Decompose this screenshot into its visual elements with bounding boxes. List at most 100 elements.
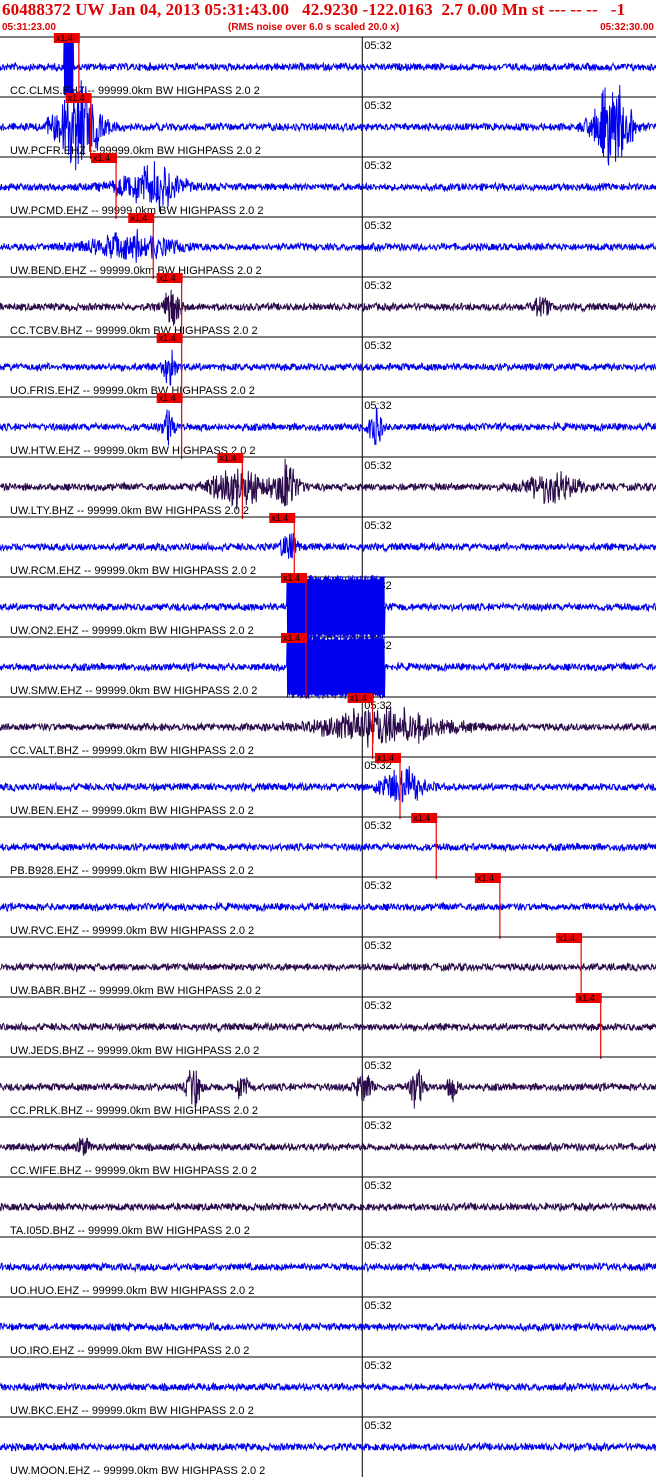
waveform-series bbox=[0, 1021, 656, 1033]
trace-row: 05:32 CC.CLMS.EHZ -- 99999.0km BW HIGHPAS… bbox=[0, 33, 656, 99]
minute-tick-label: 05:32 bbox=[364, 220, 392, 232]
station-label: UW.BEN.EHZ -- 99999.0km BW HIGHPASS 2.0 … bbox=[10, 805, 254, 817]
minute-tick-label: 05:32 bbox=[364, 1180, 392, 1192]
pick-label: x1.4 bbox=[159, 393, 176, 403]
trace-row: 05:32 UW.JEDS.BHZ -- 99999.0km BW HIGHPAS… bbox=[0, 993, 656, 1059]
pick-label: x1.4 bbox=[93, 153, 110, 163]
waveform-series bbox=[0, 1069, 656, 1109]
waveform-series bbox=[0, 1137, 656, 1156]
station-label: CC.TCBV.BHZ -- 99999.0km BW HIGHPASS 2.0… bbox=[10, 325, 258, 337]
pick-label: x1.4 bbox=[283, 633, 300, 643]
waveform-series bbox=[0, 1261, 656, 1273]
station-label: CC.WIFE.BHZ -- 99999.0km BW HIGHPASS 2.0… bbox=[10, 1165, 257, 1177]
pick-label: x1.4 bbox=[68, 93, 85, 103]
pick-label: x1.4 bbox=[159, 333, 176, 343]
minute-tick-label: 05:32 bbox=[364, 1420, 392, 1432]
station-label: UO.FRIS.EHZ -- 99999.0km BW HIGHPASS 2.0… bbox=[10, 385, 255, 397]
pick-label: x1.4 bbox=[477, 873, 494, 883]
trace-row: 05:32 UW.MOON.EHZ -- 99999.0km BW HIGHPAS… bbox=[0, 1416, 656, 1477]
waveform-series bbox=[0, 289, 656, 326]
waveform-series bbox=[0, 228, 656, 263]
station-label: UW.RVC.EHZ -- 99999.0km BW HIGHPASS 2.0 … bbox=[10, 925, 254, 937]
trace-row: 05:32 CC.TCBV.BHZ -- 99999.0km BW HIGHPAS… bbox=[0, 273, 656, 339]
trace-row: 05:32 UW.RCM.EHZ -- 99999.0km BW HIGHPASS… bbox=[0, 513, 656, 579]
pick-label: x1.4 bbox=[283, 573, 300, 583]
station-label: CC.VALT.BHZ -- 99999.0km BW HIGHPASS 2.0… bbox=[10, 745, 254, 757]
trace-row: 05:32 TA.I05D.BHZ -- 99999.0km BW HIGHPAS… bbox=[0, 1176, 656, 1237]
waveform-series bbox=[0, 532, 656, 559]
station-label: CC.CLMS.EHZ -- 99999.0km BW HIGHPASS 2.0… bbox=[10, 85, 260, 97]
pick-label: x1.4 bbox=[219, 453, 236, 463]
pick-label: x1.4 bbox=[377, 753, 394, 763]
station-label: TA.I05D.BHZ -- 99999.0km BW HIGHPASS 2.0… bbox=[10, 1225, 250, 1237]
minute-tick-label: 05:32 bbox=[364, 880, 392, 892]
pick-label: x1.4 bbox=[56, 33, 73, 43]
seismogram-plot: 05:32 CC.CLMS.EHZ -- 99999.0km BW HIGHPAS… bbox=[0, 33, 656, 1477]
trace-row: 05:32 UO.IRO.EHZ -- 99999.0km BW HIGHPASS… bbox=[0, 1296, 656, 1357]
minute-tick-label: 05:32 bbox=[364, 160, 392, 172]
trace-row: 05:32 UW.RVC.EHZ -- 99999.0km BW HIGHPASS… bbox=[0, 873, 656, 939]
minute-tick-label: 05:32 bbox=[364, 460, 392, 472]
minute-tick-label: 05:32 bbox=[364, 280, 392, 292]
minute-tick-label: 05:32 bbox=[364, 1060, 392, 1072]
waveform-series bbox=[0, 349, 656, 387]
station-label: UW.JEDS.BHZ -- 99999.0km BW HIGHPASS 2.0… bbox=[10, 1045, 259, 1057]
station-label: UW.BKC.EHZ -- 99999.0km BW HIGHPASS 2.0 … bbox=[10, 1405, 254, 1417]
waveform-series bbox=[0, 1441, 656, 1453]
waveform-series bbox=[0, 1201, 656, 1213]
trace-row: 05:32UW.BEN.EHZ -- 99999.0km BW HIGHPASS… bbox=[0, 753, 656, 819]
station-label: UO.IRO.EHZ -- 99999.0km BW HIGHPASS 2.0 … bbox=[10, 1345, 249, 1357]
station-label: UW.MOON.EHZ -- 99999.0km BW HIGHPASS 2.0… bbox=[10, 1465, 265, 1477]
waveform-series bbox=[0, 706, 656, 748]
trace-row: 05:32UW.SMW.EHZ -- 99999.0km BW HIGHPASS… bbox=[0, 633, 656, 700]
station-label: UW.BEND.EHZ -- 99999.0km BW HIGHPASS 2.0… bbox=[10, 265, 262, 277]
station-label: CC.PRLK.BHZ -- 99999.0km BW HIGHPASS 2.0… bbox=[10, 1105, 258, 1117]
minute-tick-label: 05:32 bbox=[364, 1300, 392, 1312]
trace-row: 05:32 UO.HUO.EHZ -- 99999.0km BW HIGHPASS… bbox=[0, 1236, 656, 1297]
waveform-series bbox=[0, 1381, 656, 1393]
waveform-series bbox=[0, 961, 656, 973]
pick-label: x1.4 bbox=[159, 273, 176, 283]
minute-tick-label: 05:32 bbox=[364, 1240, 392, 1252]
minute-tick-label: 05:32 bbox=[364, 1000, 392, 1012]
station-label: UO.HUO.EHZ -- 99999.0km BW HIGHPASS 2.0 … bbox=[10, 1285, 254, 1297]
station-label: UW.RCM.EHZ -- 99999.0km BW HIGHPASS 2.0 … bbox=[10, 565, 256, 577]
minute-tick-label: 05:32 bbox=[364, 940, 392, 952]
trace-row: 05:32 CC.WIFE.BHZ -- 99999.0km BW HIGHPAS… bbox=[0, 1116, 656, 1177]
pick-label: x1.4 bbox=[558, 933, 575, 943]
waveform-series bbox=[0, 765, 656, 803]
trace-row: 05:32CC.VALT.BHZ -- 99999.0km BW HIGHPAS… bbox=[0, 693, 656, 759]
station-label: UW.SMW.EHZ -- 99999.0km BW HIGHPASS 2.0 … bbox=[10, 685, 257, 697]
trace-row: 05:32UW.PCMD.EHZ -- 99999.0km BW HIGHPAS… bbox=[0, 153, 656, 219]
minute-tick-label: 05:32 bbox=[364, 340, 392, 352]
pick-label: x1.4 bbox=[350, 693, 367, 703]
trace-row: 05:32 UW.BEND.EHZ -- 99999.0km BW HIGHPAS… bbox=[0, 213, 656, 279]
waveform-series bbox=[0, 901, 656, 913]
trace-row: 05:32 UO.FRIS.EHZ -- 99999.0km BW HIGHPAS… bbox=[0, 333, 656, 399]
pick-label: x1.4 bbox=[413, 813, 430, 823]
waveform-series bbox=[0, 407, 656, 446]
trace-row: 05:32 UW.BABR.BHZ -- 99999.0km BW HIGHPAS… bbox=[0, 933, 656, 999]
minute-tick-label: 05:32 bbox=[364, 100, 392, 112]
trace-row: 05:32 UW.LTY.BHZ -- 99999.0km BW HIGHPASS… bbox=[0, 453, 656, 519]
station-label: UW.BABR.BHZ -- 99999.0km BW HIGHPASS 2.0… bbox=[10, 985, 261, 997]
pick-label: x1.4 bbox=[130, 213, 147, 223]
minute-tick-label: 05:32 bbox=[364, 520, 392, 532]
pick-label: x1.4 bbox=[578, 993, 595, 1003]
station-label: UW.LTY.BHZ -- 99999.0km BW HIGHPASS 2.0 … bbox=[10, 505, 249, 517]
station-label: PB.B928.EHZ -- 99999.0km BW HIGHPASS 2.0… bbox=[10, 865, 254, 877]
minute-tick-label: 05:32 bbox=[364, 40, 392, 52]
pick-label: x1.4 bbox=[271, 513, 288, 523]
minute-tick-label: 05:32 bbox=[364, 400, 392, 412]
minute-tick-label: 05:32 bbox=[364, 1120, 392, 1132]
minute-tick-label: 05:32 bbox=[364, 1360, 392, 1372]
waveform-series bbox=[0, 458, 656, 510]
trace-row: 05:32 PB.B928.EHZ -- 99999.0km BW HIGHPAS… bbox=[0, 813, 656, 879]
waveform-series bbox=[0, 841, 656, 853]
station-label: UW.ON2.EHZ -- 99999.0km BW HIGHPASS 2.0 … bbox=[10, 625, 254, 637]
trace-row: 05:32UW.ON2.EHZ -- 99999.0km BW HIGHPASS… bbox=[0, 573, 656, 639]
trace-row: 05:32 CC.PRLK.BHZ -- 99999.0km BW HIGHPAS… bbox=[0, 1056, 656, 1117]
minute-tick-label: 05:32 bbox=[364, 820, 392, 832]
waveform-series bbox=[0, 1321, 656, 1333]
trace-row: 05:32 UW.BKC.EHZ -- 99999.0km BW HIGHPASS… bbox=[0, 1356, 656, 1417]
